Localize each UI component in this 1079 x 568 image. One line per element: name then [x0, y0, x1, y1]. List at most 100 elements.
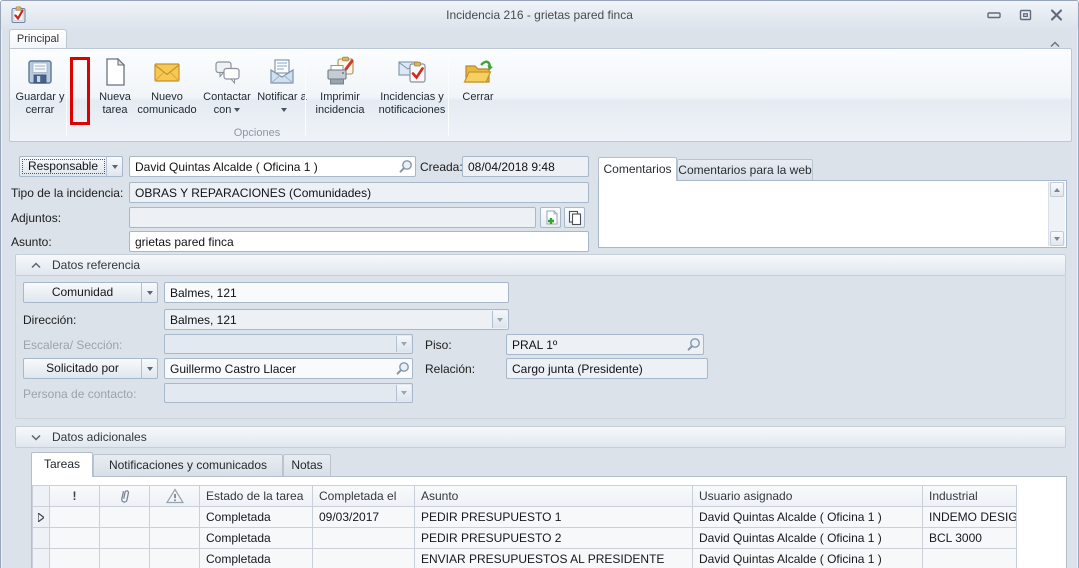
cell-completada — [313, 549, 415, 568]
tab-notificaciones-comunicados[interactable]: Notificaciones y comunicados — [93, 454, 283, 477]
persona-contacto-label: Persona de contacto: — [23, 387, 136, 401]
chevron-down-icon[interactable] — [31, 434, 41, 441]
copy-attachment-button[interactable] — [564, 207, 585, 228]
ribbon-group-label-opciones: Opciones — [66, 127, 448, 139]
alert-column-header[interactable] — [150, 486, 200, 507]
restore-icon[interactable] — [1017, 8, 1033, 22]
chevron-down-icon — [234, 108, 240, 112]
annotation-red-rectangle — [70, 57, 90, 125]
chevron-down-icon[interactable] — [107, 157, 122, 176]
envelope-icon — [151, 56, 183, 88]
ribbon-group-separator — [66, 54, 67, 136]
comunidad-split-button[interactable]: Comunidad — [23, 282, 158, 303]
tab-comentarios[interactable]: Comentarios — [598, 157, 677, 181]
cell-estado: Completada — [200, 549, 313, 568]
cell-asunto: PEDIR PRESUPUESTO 2 — [415, 528, 693, 549]
responsable-field[interactable]: David Quintas Alcalde ( Oficina 1 ) — [129, 156, 416, 177]
notify-to-button[interactable]: Notificar a — [256, 54, 308, 128]
ribbon-group-separator — [448, 54, 449, 136]
creada-label: Creada: — [420, 160, 463, 174]
comments-scrollbar[interactable] — [1048, 182, 1065, 246]
column-header-completada[interactable]: Completada el — [313, 486, 415, 507]
section-datos-referencia[interactable]: Datos referencia — [15, 254, 1066, 276]
piso-field[interactable]: PRAL 1º — [506, 334, 704, 355]
window-title: Incidencia 216 - grietas pared finca — [101, 8, 978, 22]
cell-completada — [313, 528, 415, 549]
chevron-down-icon[interactable] — [142, 359, 157, 378]
table-row[interactable]: Completada PEDIR PRESUPUESTO 2 David Qui… — [33, 528, 1017, 549]
close-icon[interactable] — [1048, 8, 1064, 22]
priority-column-header[interactable]: ! — [50, 486, 100, 507]
chevron-down-icon[interactable] — [492, 311, 507, 328]
print-incident-button[interactable]: Imprimir incidencia — [310, 54, 370, 128]
column-header-estado[interactable]: Estado de la tarea — [200, 486, 313, 507]
close-folder-icon — [462, 56, 494, 88]
minimize-icon[interactable] — [986, 8, 1002, 22]
relacion-field[interactable]: Cargo junta (Presidente) — [506, 358, 708, 379]
cell-asunto: ENVIAR PRESUPUESTOS AL PRESIDENTE — [415, 549, 693, 568]
cell-industrial: BCL 3000 — [923, 528, 1017, 549]
new-task-button[interactable]: Nueva tarea — [92, 54, 138, 128]
close-form-button[interactable]: Cerrar — [454, 54, 502, 128]
ribbon: Guardar y cerrar Nueva tarea Nuevo comun… — [9, 48, 1072, 142]
column-header-asunto[interactable]: Asunto — [415, 486, 693, 507]
exclamation-icon: ! — [73, 489, 77, 503]
add-attachment-button[interactable] — [540, 207, 561, 228]
paperclip-icon — [118, 488, 132, 504]
chevron-down-icon[interactable] — [142, 283, 157, 302]
clipboard-check-app-icon — [10, 6, 28, 24]
piso-label: Piso: — [425, 338, 452, 352]
cell-completada: 09/03/2017 — [313, 507, 415, 528]
adjuntos-label: Adjuntos: — [11, 211, 61, 225]
cell-industrial: INDEMO DESIGN — [923, 507, 1017, 528]
tareas-tab-page: ! Estado de la tarea Completada el Asunt… — [31, 476, 1067, 568]
copy-icon — [567, 210, 583, 226]
save-and-close-button[interactable]: Guardar y cerrar — [12, 54, 68, 128]
chevron-up-icon[interactable] — [31, 262, 41, 269]
persona-contacto-combo — [164, 383, 413, 403]
tasks-table: ! Estado de la tarea Completada el Asunt… — [32, 485, 1017, 568]
cell-usuario: David Quintas Alcalde ( Oficina 1 ) — [693, 507, 923, 528]
new-communication-button[interactable]: Nuevo comunicado — [136, 54, 198, 128]
column-header-usuario[interactable]: Usuario asignado — [693, 486, 923, 507]
titlebar: Incidencia 216 - grietas pared finca — [1, 1, 1078, 29]
section-datos-adicionales[interactable]: Datos adicionales — [15, 426, 1066, 448]
asunto-field[interactable]: grietas pared finca — [129, 231, 589, 252]
cell-asunto: PEDIR PRESUPUESTO 1 — [415, 507, 693, 528]
direccion-combo[interactable]: Balmes, 121 — [164, 309, 509, 330]
scroll-up-icon[interactable] — [1050, 182, 1064, 197]
ribbon-separator — [305, 54, 306, 136]
column-header-industrial[interactable]: Industrial — [923, 486, 1017, 507]
incident-window: Incidencia 216 - grietas pared finca Pri… — [0, 0, 1079, 568]
incidents-notifications-button[interactable]: Incidencias y notificaciones — [370, 54, 454, 128]
search-magnifier-icon[interactable] — [395, 361, 410, 377]
escalera-label: Escalera/ Sección: — [23, 338, 122, 352]
table-row[interactable]: Completada ENVIAR PRESUPUESTOS AL PRESID… — [33, 549, 1017, 568]
chat-bubbles-icon — [211, 56, 243, 88]
window-controls — [986, 8, 1064, 22]
tab-notas[interactable]: Notas — [283, 454, 331, 477]
search-magnifier-icon[interactable] — [686, 337, 701, 353]
cell-industrial — [923, 549, 1017, 568]
solicitado-por-split-button[interactable]: Solicitado por — [23, 358, 158, 379]
contact-with-button[interactable]: Contactar con — [198, 54, 256, 128]
tab-comentarios-web[interactable]: Comentarios para la web — [677, 159, 813, 181]
ribbon-tab-principal[interactable]: Principal — [9, 29, 67, 49]
responsable-split-button[interactable]: Responsable — [19, 156, 123, 177]
chevron-down-icon — [396, 336, 411, 352]
add-file-icon — [543, 210, 559, 226]
chevron-down-icon — [396, 385, 411, 401]
comunidad-field[interactable]: Balmes, 121 — [164, 282, 509, 303]
tipo-incidencia-field[interactable]: OBRAS Y REPARACIONES (Comunidades) — [129, 182, 589, 203]
table-row[interactable]: Completada 09/03/2017 PEDIR PRESUPUESTO … — [33, 507, 1017, 528]
scroll-down-icon[interactable] — [1050, 231, 1064, 246]
attachment-column-header[interactable] — [100, 486, 150, 507]
comentarios-textarea[interactable] — [598, 180, 1067, 248]
incidents-notifications-icon — [396, 56, 428, 88]
row-arrow-icon — [38, 513, 44, 522]
adjuntos-field[interactable] — [129, 207, 536, 228]
tab-tareas[interactable]: Tareas — [31, 452, 93, 477]
solicitado-por-field[interactable]: Guillermo Castro Llacer — [164, 358, 413, 379]
search-magnifier-icon[interactable] — [398, 159, 413, 175]
cell-usuario: David Quintas Alcalde ( Oficina 1 ) — [693, 528, 923, 549]
